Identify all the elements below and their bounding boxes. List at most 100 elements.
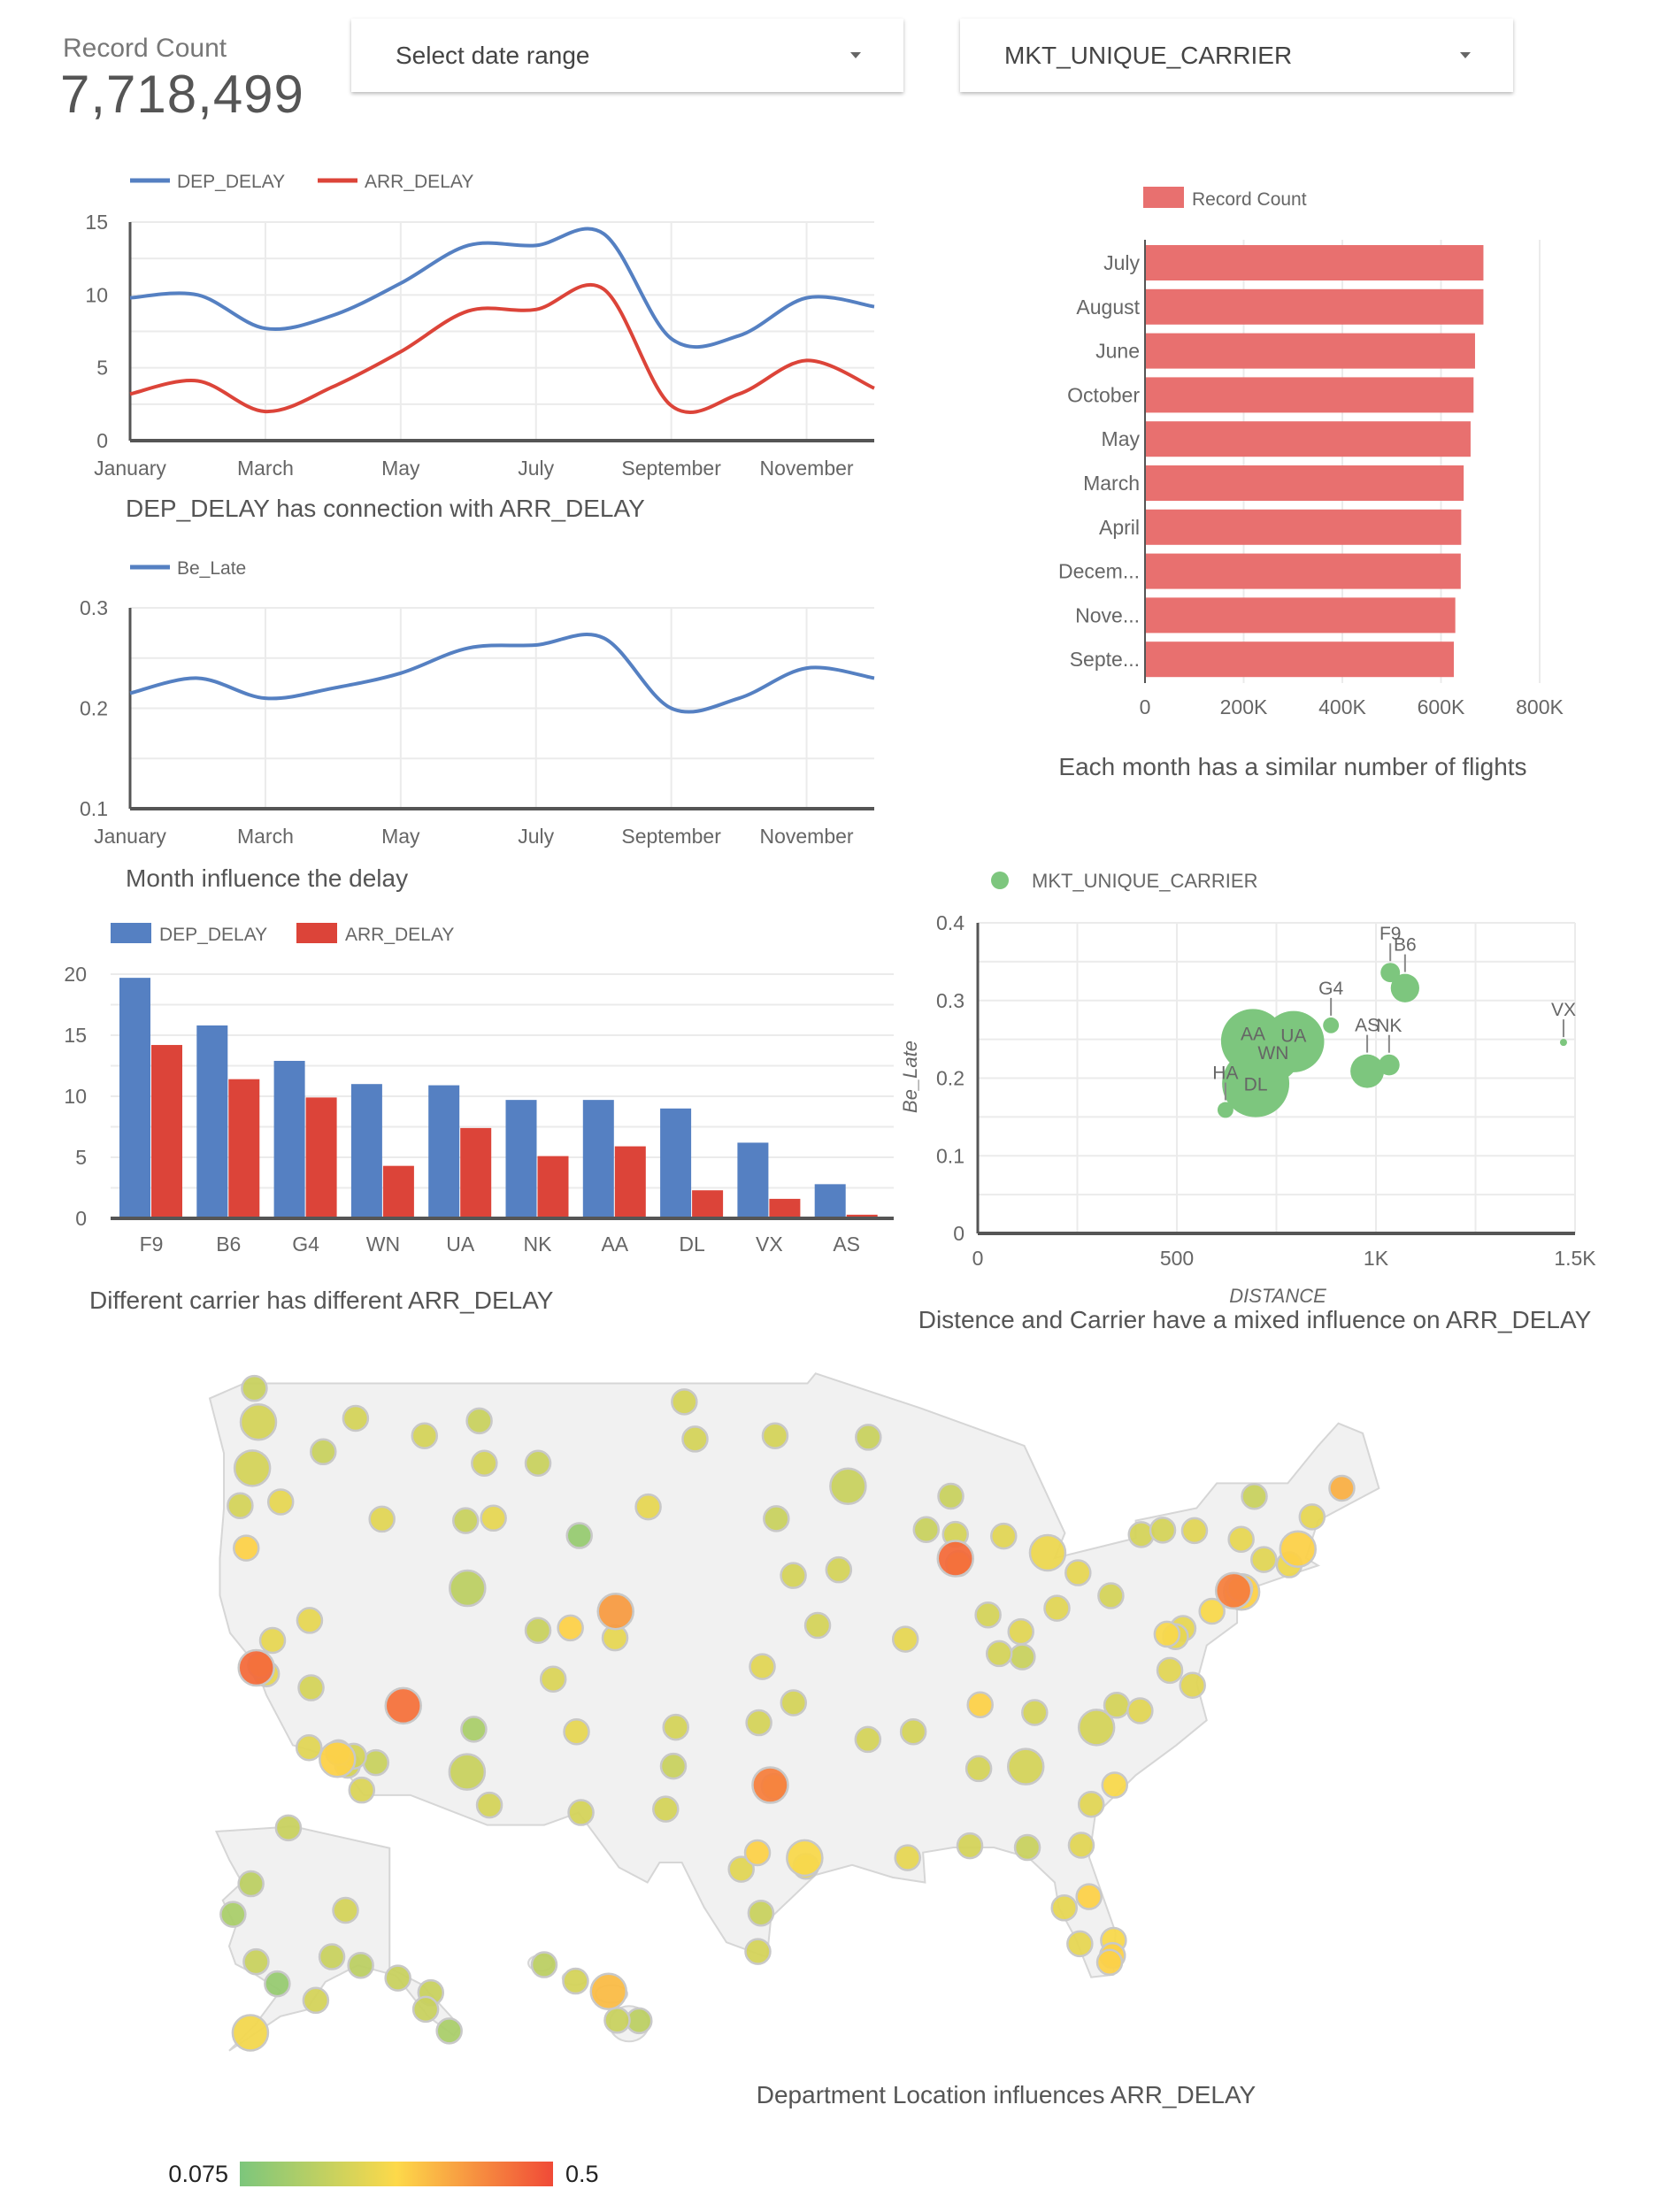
bar-dl-arr_delay[interactable] — [692, 1190, 724, 1218]
airport-bubble-hawaii[interactable] — [589, 1972, 627, 2011]
airport-bubble[interactable] — [1075, 1883, 1103, 1910]
airport-bubble[interactable] — [1021, 1699, 1049, 1726]
airport-bubble[interactable] — [803, 1611, 832, 1640]
airport-bubble[interactable] — [227, 1492, 254, 1519]
airport-bubble[interactable] — [480, 1504, 507, 1532]
airport-bubble[interactable] — [743, 1839, 772, 1867]
airport-bubble[interactable] — [681, 1425, 709, 1453]
airport-bubble[interactable] — [985, 1640, 1013, 1668]
airport-bubble[interactable] — [233, 1449, 272, 1487]
bar-3[interactable] — [1145, 377, 1474, 413]
bar-4[interactable] — [1145, 421, 1471, 457]
airport-bubble[interactable] — [634, 1493, 662, 1521]
airport-bubble-hawaii[interactable] — [562, 1967, 589, 1995]
bubble-ha[interactable] — [1217, 1102, 1233, 1118]
airport-bubble[interactable] — [1179, 1671, 1206, 1699]
airport-bubble[interactable] — [563, 1717, 590, 1746]
airport-bubble[interactable] — [1050, 1894, 1078, 1922]
bar-5[interactable] — [1145, 465, 1464, 501]
airport-bubble[interactable] — [296, 1607, 324, 1634]
airport-bubble[interactable] — [937, 1482, 964, 1510]
airport-bubble[interactable] — [1250, 1546, 1278, 1573]
airport-bubble[interactable] — [362, 1748, 390, 1777]
airport-bubble[interactable] — [1156, 1656, 1184, 1685]
bar-wn-arr_delay[interactable] — [382, 1165, 414, 1218]
airport-bubble[interactable] — [912, 1516, 941, 1544]
bar-vx-dep_delay[interactable] — [737, 1142, 769, 1218]
bar-g4-arr_delay[interactable] — [305, 1097, 337, 1218]
airport-bubble[interactable] — [1009, 1643, 1036, 1671]
bar-1[interactable] — [1145, 288, 1484, 325]
bar-aa-dep_delay[interactable] — [582, 1100, 614, 1218]
airport-bubble[interactable] — [524, 1617, 552, 1644]
airport-bubble[interactable] — [1007, 1617, 1034, 1646]
bar-ua-dep_delay[interactable] — [428, 1085, 460, 1218]
airport-bubble[interactable] — [671, 1388, 698, 1416]
airport-bubble[interactable] — [319, 1740, 357, 1778]
airport-bubble[interactable] — [936, 1540, 975, 1578]
airport-bubble[interactable] — [780, 1689, 808, 1717]
airport-bubble[interactable] — [956, 1832, 984, 1860]
airport-bubble-alaska[interactable] — [231, 2014, 270, 2052]
bar-aa-arr_delay[interactable] — [614, 1146, 646, 1218]
bubble-f9[interactable] — [1380, 963, 1401, 983]
airport-bubble[interactable] — [310, 1438, 337, 1466]
airport-bubble[interactable] — [825, 1555, 853, 1584]
airport-bubble[interactable] — [567, 1799, 595, 1826]
airport-bubble[interactable] — [745, 1709, 772, 1737]
bar-ua-arr_delay[interactable] — [460, 1127, 492, 1218]
airport-bubble-alaska[interactable] — [264, 1970, 291, 1998]
airport-bubble[interactable] — [1149, 1517, 1177, 1544]
airport-bubble-alaska[interactable] — [237, 1870, 265, 1898]
airport-bubble[interactable] — [744, 1938, 772, 1965]
airport-bubble[interactable] — [894, 1844, 921, 1871]
airport-bubble-hawaii[interactable] — [603, 2007, 631, 2034]
airport-bubble[interactable] — [452, 1507, 480, 1534]
bar-f9-dep_delay[interactable] — [119, 978, 150, 1218]
airport-bubble[interactable] — [659, 1752, 688, 1780]
airport-bubble[interactable] — [652, 1795, 680, 1823]
bar-vx-arr_delay[interactable] — [769, 1198, 801, 1218]
airport-bubble[interactable] — [761, 1422, 789, 1449]
bubble-as[interactable] — [1350, 1054, 1385, 1088]
airport-bubble-alaska[interactable] — [347, 1951, 374, 1979]
airport-bubble[interactable] — [966, 1691, 994, 1718]
airport-bubble[interactable] — [899, 1717, 927, 1746]
airport-bubble[interactable] — [1126, 1697, 1154, 1724]
airport-bubble[interactable] — [539, 1665, 567, 1693]
airport-bubble[interactable] — [266, 1488, 295, 1516]
airport-bubble-alaska[interactable] — [219, 1901, 247, 1928]
airport-bubble[interactable] — [829, 1467, 867, 1505]
bar-9[interactable] — [1145, 641, 1454, 678]
airport-bubble-alaska[interactable] — [332, 1896, 359, 1924]
airport-bubble[interactable] — [763, 1505, 790, 1532]
airport-bubble[interactable] — [1180, 1517, 1209, 1545]
airport-bubble[interactable] — [749, 1653, 776, 1680]
airport-bubble[interactable] — [1153, 1620, 1181, 1648]
airport-bubble[interactable] — [751, 1766, 789, 1804]
airport-bubble[interactable] — [1279, 1530, 1318, 1569]
airport-bubble[interactable] — [342, 1404, 370, 1432]
airport-bubble[interactable] — [460, 1716, 488, 1743]
airport-bubble-alaska[interactable] — [274, 1814, 303, 1842]
bar-g4-dep_delay[interactable] — [273, 1060, 305, 1218]
airport-bubble[interactable] — [1227, 1525, 1255, 1554]
airport-bubble[interactable] — [786, 1839, 824, 1878]
bar-b6-dep_delay[interactable] — [196, 1025, 228, 1218]
airport-bubble[interactable] — [1028, 1533, 1067, 1572]
airport-bubble[interactable] — [449, 1569, 487, 1608]
airport-bubble[interactable] — [596, 1593, 634, 1631]
airport-bubble[interactable] — [297, 1674, 325, 1701]
airport-bubble[interactable] — [241, 1374, 268, 1402]
airport-bubble[interactable] — [1077, 1791, 1105, 1818]
airport-bubble[interactable] — [1101, 1771, 1129, 1799]
airport-bubble[interactable] — [1066, 1930, 1094, 1958]
airport-bubble-alaska[interactable] — [242, 1947, 270, 1976]
airport-bubble[interactable] — [1103, 1692, 1131, 1719]
airport-bubble[interactable] — [233, 1534, 260, 1562]
airport-bubble[interactable] — [258, 1626, 287, 1655]
airport-bubble-alaska[interactable] — [384, 1964, 411, 1992]
bubble-nk[interactable] — [1379, 1054, 1400, 1076]
airport-bubble[interactable] — [1006, 1747, 1045, 1786]
airport-bubble[interactable] — [1067, 1832, 1095, 1859]
